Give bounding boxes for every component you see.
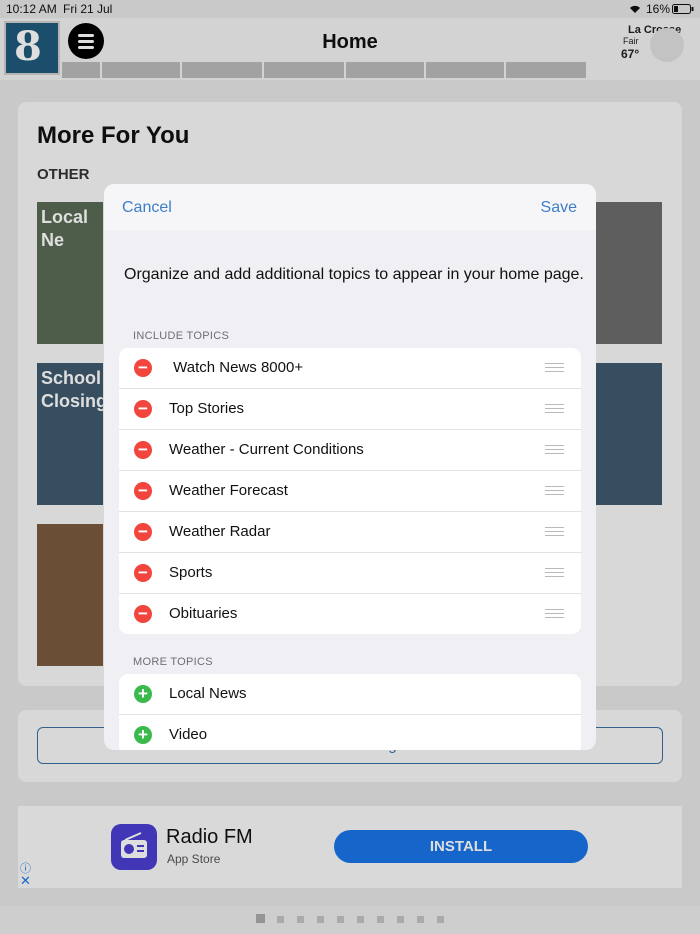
remove-icon[interactable]: −: [134, 400, 152, 418]
remove-icon[interactable]: −: [134, 523, 152, 541]
drag-handle-icon[interactable]: [545, 404, 564, 416]
included-topic-row[interactable]: − Watch News 8000+: [119, 348, 581, 389]
topic-label: Sports: [169, 564, 213, 581]
included-topic-row[interactable]: − Top Stories: [119, 389, 581, 430]
more-topics-list: + Local News + Video: [119, 674, 581, 750]
topic-label: Weather - Current Conditions: [169, 441, 364, 458]
more-topics-label: MORE TOPICS: [133, 656, 213, 668]
remove-icon[interactable]: −: [134, 564, 152, 582]
add-icon[interactable]: +: [134, 685, 152, 703]
drag-handle-icon[interactable]: [545, 486, 564, 498]
modal-intro: Organize and add additional topics to ap…: [124, 266, 584, 283]
included-topic-row[interactable]: − Weather Forecast: [119, 471, 581, 512]
remove-icon[interactable]: −: [134, 359, 152, 377]
topic-label: Weather Forecast: [169, 482, 288, 499]
remove-icon[interactable]: −: [134, 482, 152, 500]
topics-modal: Cancel Save Organize and add additional …: [104, 184, 596, 750]
topic-label: Top Stories: [169, 400, 245, 417]
modal-header: Cancel Save: [104, 184, 596, 230]
include-topics-list: − Watch News 8000+ − Top Stories − Weather -…: [119, 348, 581, 634]
available-topic-row[interactable]: + Video: [119, 715, 581, 750]
included-topic-row[interactable]: − Weather - Current Conditions: [119, 430, 581, 471]
remove-icon[interactable]: −: [134, 605, 152, 623]
drag-handle-icon[interactable]: [545, 445, 564, 457]
topic-label: Watch News 8000+: [169, 359, 304, 376]
included-topic-row[interactable]: − Obituaries: [119, 594, 581, 634]
drag-handle-icon[interactable]: [545, 609, 564, 621]
topic-label: Weather Radar: [169, 523, 271, 540]
topic-label: Video: [169, 726, 208, 743]
included-topic-row[interactable]: − Sports: [119, 553, 581, 594]
drag-handle-icon[interactable]: [545, 568, 564, 580]
include-topics-label: INCLUDE TOPICS: [133, 330, 230, 342]
topic-label: Local News: [169, 685, 247, 702]
topic-label: Obituaries: [169, 605, 238, 622]
add-icon[interactable]: +: [134, 726, 152, 744]
save-button[interactable]: Save: [541, 199, 577, 217]
drag-handle-icon[interactable]: [545, 363, 564, 375]
drag-handle-icon[interactable]: [545, 527, 564, 539]
available-topic-row[interactable]: + Local News: [119, 674, 581, 715]
included-topic-row[interactable]: − Weather Radar: [119, 512, 581, 553]
remove-icon[interactable]: −: [134, 441, 152, 459]
cancel-button[interactable]: Cancel: [122, 199, 172, 217]
